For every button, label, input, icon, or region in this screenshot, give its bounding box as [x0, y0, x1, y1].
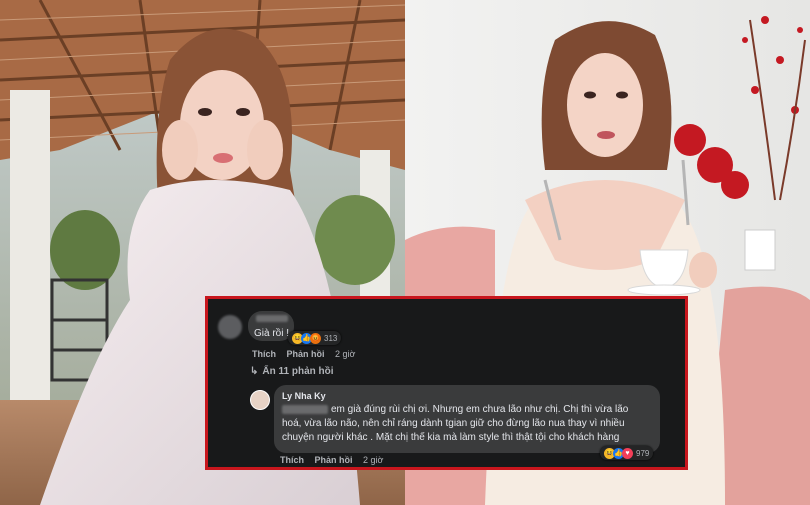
reply-line-1: em già đúng rùi chị ơi. Nhưng em chưa lã… [282, 403, 628, 417]
comment-reply-button[interactable]: Phản hồi [287, 349, 325, 359]
reply-reactions[interactable]: 😆 👍 ♥ 979 [600, 446, 654, 460]
reply-like-button[interactable]: Thích [280, 455, 304, 465]
hide-replies-label: Ẩn 11 phản hồi [262, 366, 334, 377]
comment-actions: Thích Phản hồi 2 giờ [252, 349, 355, 359]
comment-time: 2 giờ [335, 349, 356, 359]
angry-reaction-icon: 😡 [310, 332, 321, 344]
reply-time: 2 giờ [363, 455, 384, 465]
comment-text: Già rồi ! [254, 328, 290, 339]
reply-arrow-icon: ↳ [250, 366, 259, 377]
reply-body: em già đúng rùi chị ơi. Nhưng em chưa lã… [282, 403, 628, 445]
reply-reaction-count: 979 [636, 448, 650, 458]
commenter-avatar [218, 315, 242, 339]
comment-reactions[interactable]: 😆 👍 😡 313 [288, 331, 342, 345]
reply-author-name[interactable]: Ly Nha Ky [282, 391, 326, 401]
comment-like-button[interactable]: Thích [252, 349, 276, 359]
reply-line-2: hoá, vừa lão não, nên chỉ ráng dành tgia… [282, 418, 625, 429]
redacted-commenter-name [256, 315, 288, 322]
love-reaction-icon: ♥ [622, 447, 633, 459]
reply-reply-button[interactable]: Phản hồi [315, 455, 353, 465]
reply-line-3: chuyện người khác . Mặt chị thế kia mà l… [282, 432, 620, 443]
reply-actions: Thích Phản hồi 2 giờ [280, 455, 383, 465]
reply-author-avatar [250, 390, 270, 410]
hide-replies-toggle[interactable]: ↳ Ẩn 11 phản hồi [250, 366, 334, 377]
redacted-mention [282, 404, 328, 414]
comment-reaction-count: 313 [324, 333, 338, 343]
comment-screenshot-panel: Già rồi ! 😆 👍 😡 313 Thích Phản hồi 2 giờ… [205, 296, 688, 470]
